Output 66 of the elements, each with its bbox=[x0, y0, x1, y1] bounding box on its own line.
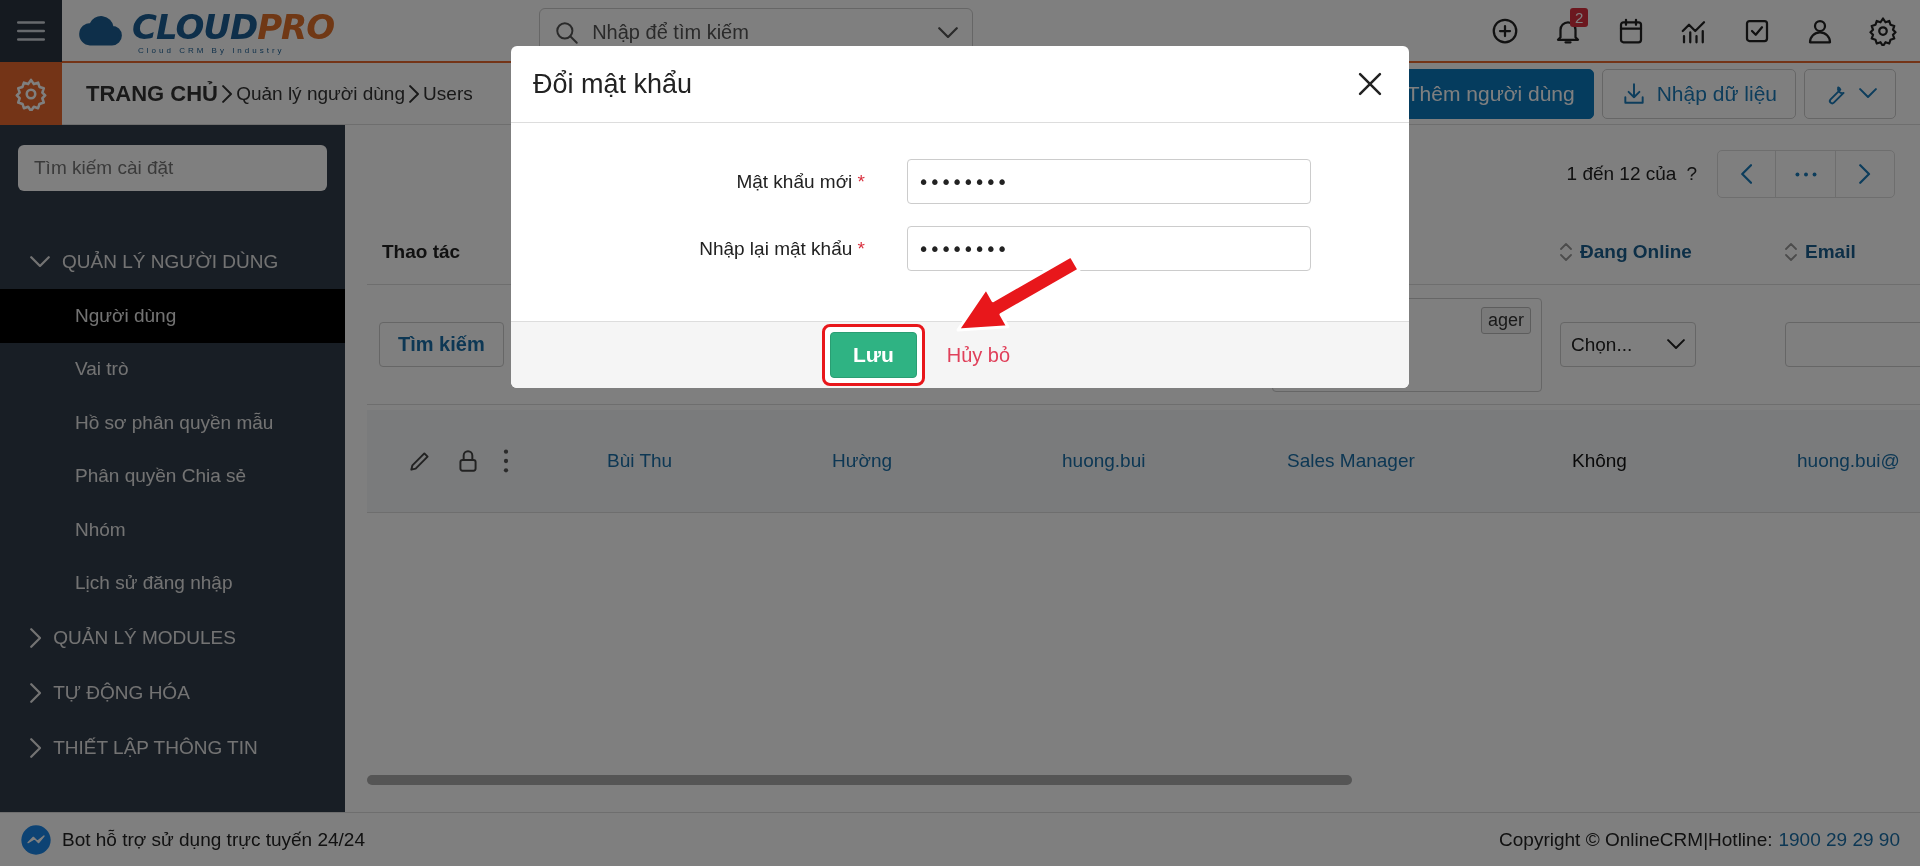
field-label: Nhập lại mật khẩu * bbox=[698, 237, 866, 260]
table-cell[interactable]: Sales Manager bbox=[1287, 450, 1415, 472]
tag: ager bbox=[1480, 306, 1531, 334]
chevron-right-icon bbox=[1859, 164, 1871, 184]
copyright-text: Copyright © OnlineCRM|Hotline: bbox=[1499, 828, 1773, 851]
cancel-link[interactable]: Hủy bỏ bbox=[946, 343, 1011, 367]
chat-label[interactable]: Bot hỗ trợ sử dụng trực tuyến 24/24 bbox=[62, 828, 365, 851]
sidebar-item[interactable]: Nhóm bbox=[0, 503, 345, 557]
sort-icon[interactable] bbox=[1560, 242, 1572, 262]
search-icon bbox=[554, 19, 581, 46]
sidebar-group[interactable]: QUẢN LÝ NGƯỜI DÙNG bbox=[0, 234, 345, 289]
sidebar-group[interactable]: TỰ ĐỘNG HÓA bbox=[0, 665, 345, 720]
sort-icon[interactable] bbox=[1785, 242, 1797, 262]
sidebar-group[interactable]: THIẾT LẬP THÔNG TIN bbox=[0, 720, 345, 775]
chevron-down-icon bbox=[1667, 339, 1685, 350]
table-cell: Không bbox=[1572, 450, 1627, 472]
sidebar-item[interactable]: Lịch sử đăng nhập bbox=[0, 556, 345, 610]
field-label: Mật khẩu mới * bbox=[735, 170, 866, 193]
column-header[interactable]: Email bbox=[1805, 241, 1856, 263]
chat-bubble-icon bbox=[20, 823, 52, 856]
select-field[interactable]: Chọn... bbox=[1560, 322, 1696, 367]
chevron-right-icon bbox=[30, 627, 42, 648]
total-count: ? bbox=[1686, 163, 1697, 185]
sidebar-item[interactable]: Người dùng bbox=[0, 289, 345, 343]
import-button[interactable]: Nhập dữ liệu bbox=[1601, 68, 1796, 119]
menu-button[interactable] bbox=[0, 0, 62, 62]
table-cell[interactable]: Hường bbox=[832, 450, 893, 472]
chevron-right-icon bbox=[222, 84, 233, 103]
breadcrumb-item[interactable]: Quản lý người dùng bbox=[236, 82, 405, 105]
chevron-down-icon bbox=[30, 255, 50, 268]
save-button[interactable]: Lưu bbox=[829, 332, 917, 378]
password-field[interactable]: •••••••• bbox=[907, 226, 1311, 271]
search-button[interactable]: Tìm kiếm bbox=[379, 322, 504, 367]
logo-wordmark: CLOUDPRO bbox=[132, 6, 335, 47]
sidebar-group[interactable]: QUẢN LÝ MODULES bbox=[0, 610, 345, 665]
breadcrumb-item[interactable]: TRANG CHỦ bbox=[86, 80, 218, 107]
logo[interactable]: CLOUDPRO Cloud CRM By Industry bbox=[72, 6, 335, 55]
dialog-title: Đổi mật khẩu bbox=[533, 68, 693, 100]
more-vertical-icon[interactable] bbox=[503, 449, 509, 473]
chevron-right-icon bbox=[408, 84, 420, 103]
pager-summary: 1 đến 12 của bbox=[1566, 163, 1677, 185]
chevron-down-icon bbox=[938, 26, 959, 39]
table-cell[interactable]: Bùi Thu bbox=[607, 450, 673, 472]
logo-tagline: Cloud CRM By Industry bbox=[138, 46, 286, 55]
more-icon bbox=[1794, 171, 1817, 177]
hotline-link[interactable]: 1900 29 29 90 bbox=[1778, 828, 1900, 851]
column-header[interactable]: Thao tác bbox=[382, 241, 461, 263]
sidebar-item[interactable]: Phân quyền Chia sẻ bbox=[0, 449, 345, 503]
password-field[interactable]: •••••••• bbox=[907, 159, 1311, 204]
tools-dropdown[interactable] bbox=[1804, 68, 1896, 119]
chevron-right-icon bbox=[30, 737, 42, 758]
chevron-down-icon bbox=[1859, 88, 1877, 99]
settings-icon bbox=[14, 76, 48, 111]
chevron-right-icon bbox=[30, 682, 42, 703]
settings-button[interactable] bbox=[0, 62, 62, 125]
breadcrumb-item: Users bbox=[423, 82, 473, 105]
sidebar-item[interactable]: Hồ sơ phân quyền mẫu bbox=[0, 396, 345, 450]
settings-search-field[interactable]: Tìm kiếm cài đặt bbox=[18, 145, 327, 191]
notification-badge: 2 bbox=[1570, 7, 1589, 27]
table-cell[interactable]: huong.bui bbox=[1062, 450, 1146, 472]
chevron-left-icon bbox=[1740, 164, 1753, 184]
table-cell[interactable]: huong.bui@ bbox=[1797, 450, 1900, 472]
settings-icon bbox=[1867, 15, 1898, 46]
column-header[interactable]: Đang Online bbox=[1580, 241, 1692, 263]
scrollbar-thumb[interactable] bbox=[367, 775, 1352, 785]
notifications-button[interactable]: 2 bbox=[1536, 5, 1599, 56]
